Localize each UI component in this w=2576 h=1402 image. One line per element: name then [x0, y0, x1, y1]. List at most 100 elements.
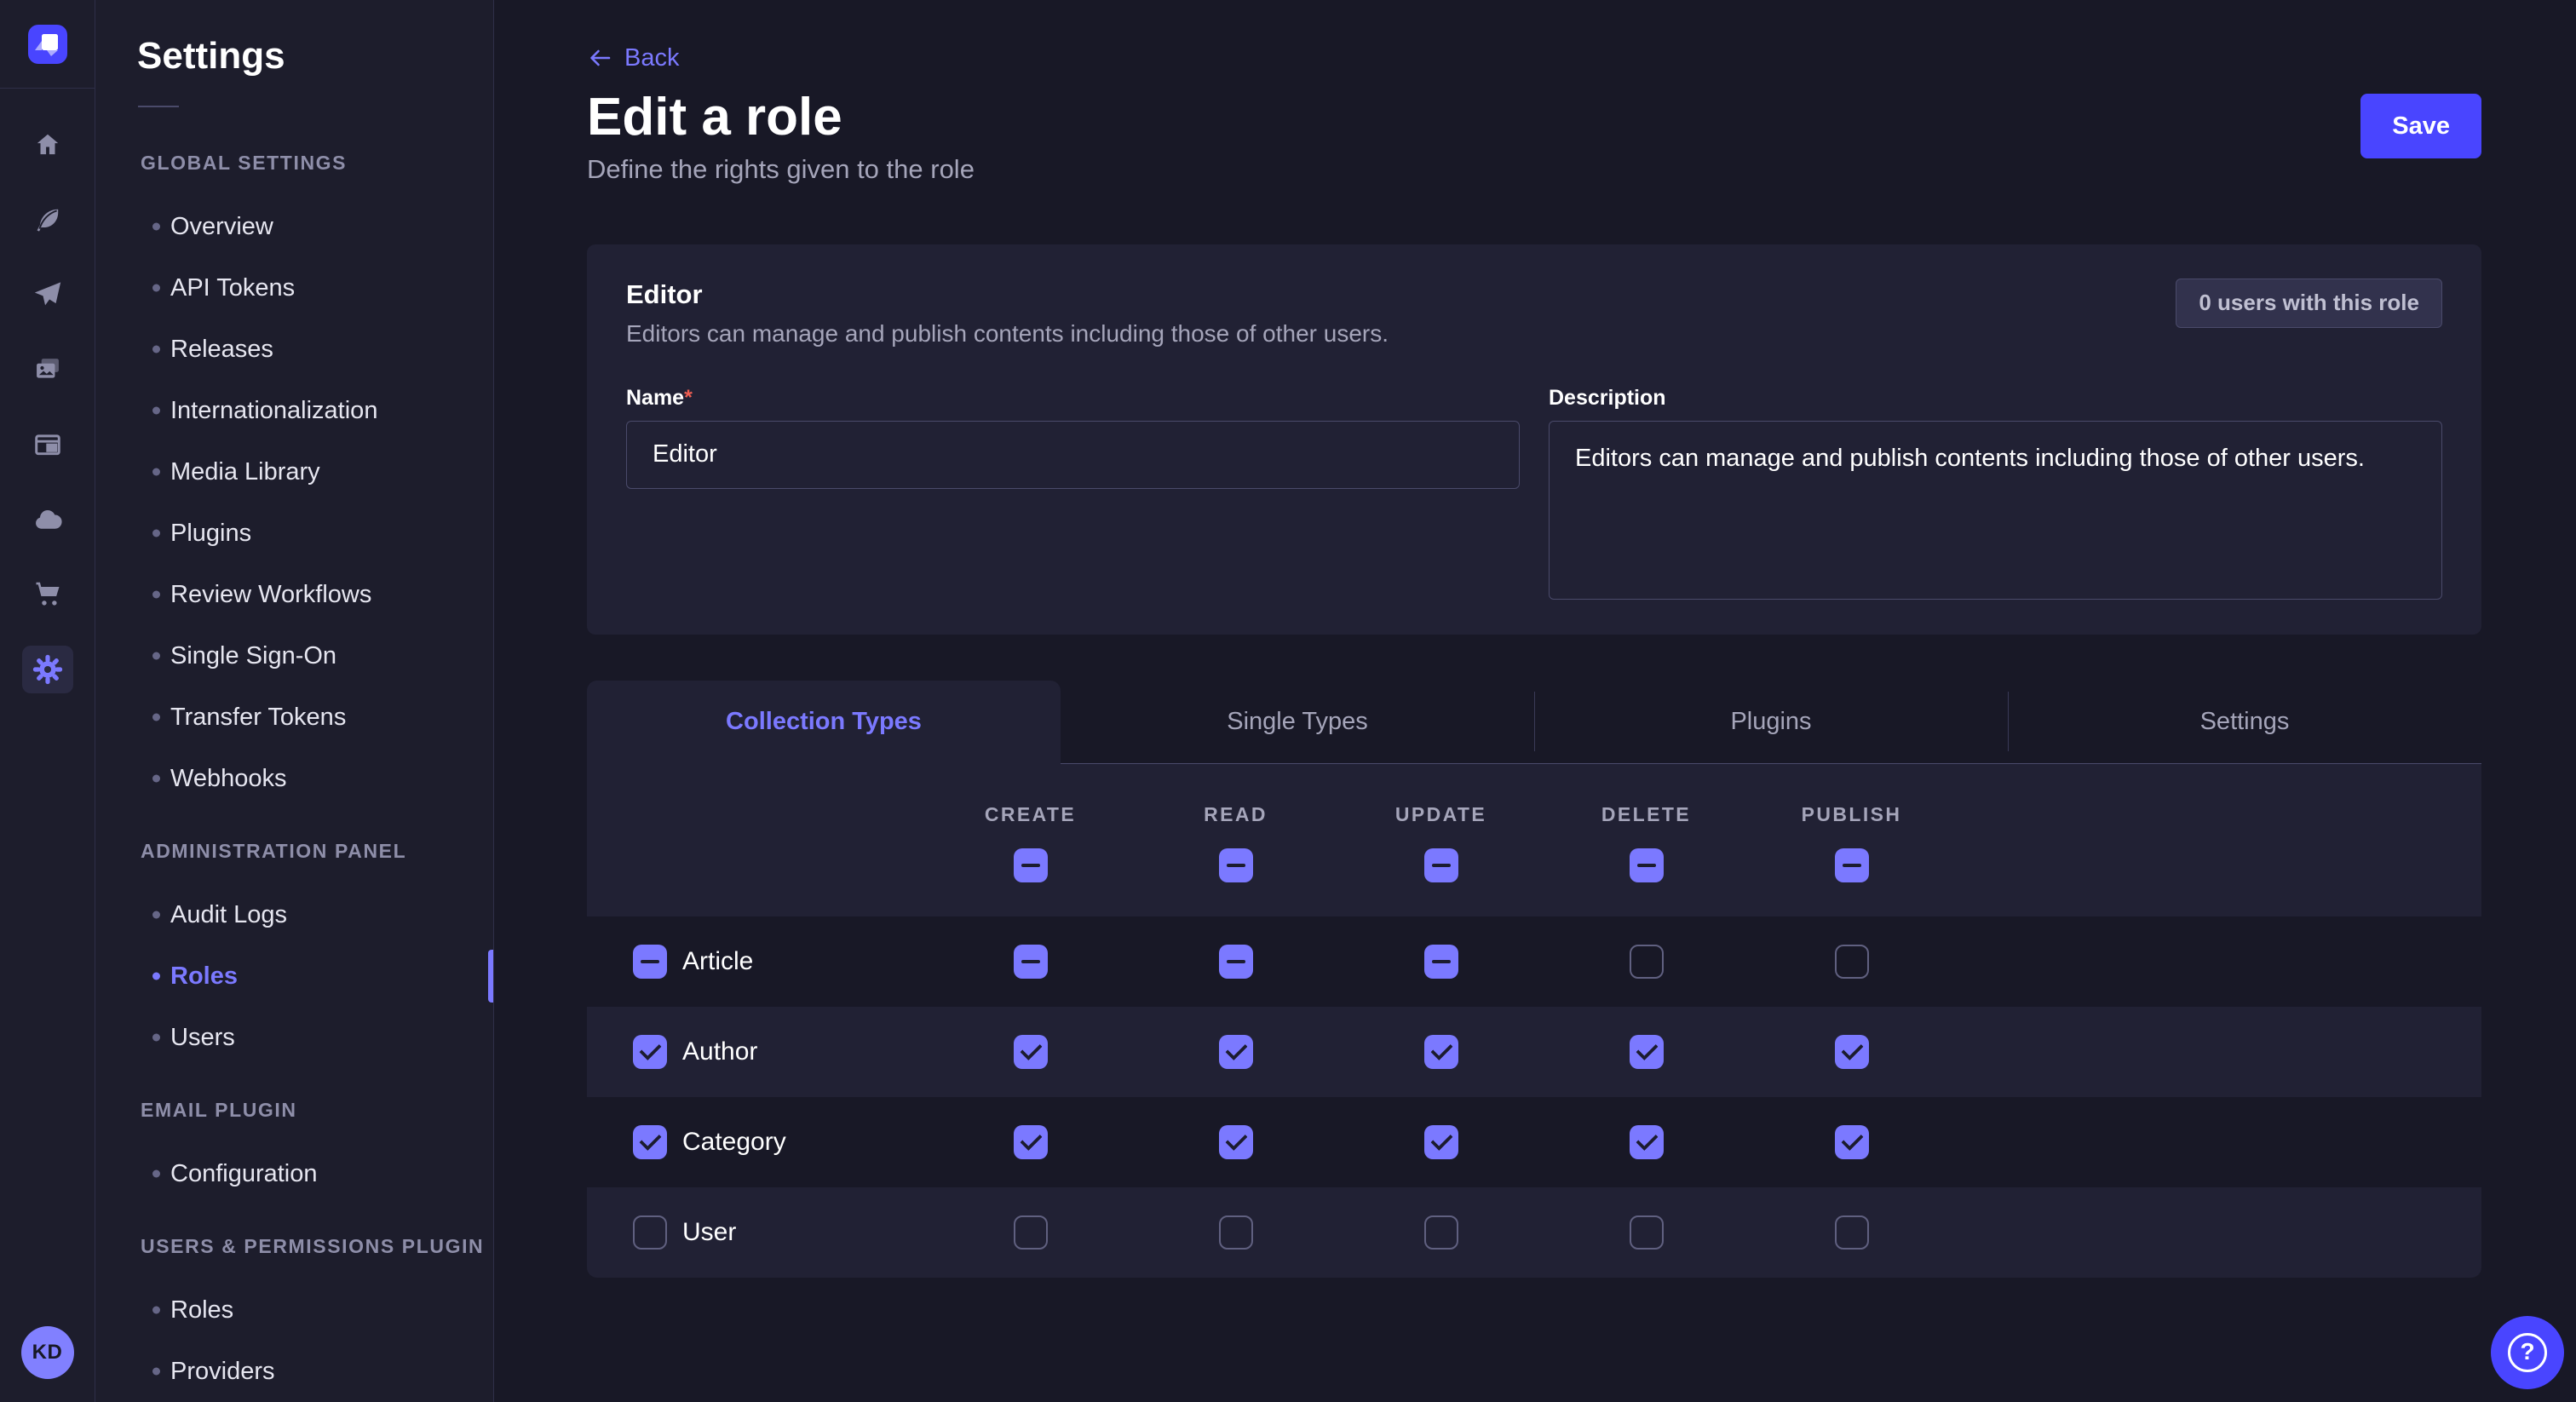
column-header-create: CREATE: [928, 803, 1133, 882]
cell-author-create: [928, 1035, 1133, 1069]
author-read-checkbox[interactable]: [1219, 1035, 1253, 1069]
page-subtitle: Define the rights given to the role: [587, 154, 2481, 185]
paper-plane-icon[interactable]: [22, 271, 73, 319]
subnav-item-roles[interactable]: Roles: [95, 1279, 493, 1341]
user-publish-checkbox[interactable]: [1835, 1215, 1869, 1250]
user-avatar[interactable]: KD: [21, 1326, 74, 1379]
cart-icon[interactable]: [22, 571, 73, 618]
subnav-item-webhooks[interactable]: Webhooks: [95, 748, 493, 809]
select-all-update-checkbox[interactable]: [1424, 848, 1458, 882]
home-icon[interactable]: [22, 121, 73, 169]
select-all-publish-checkbox[interactable]: [1835, 848, 1869, 882]
row-head-cell: User: [587, 1215, 928, 1250]
user-update-checkbox[interactable]: [1424, 1215, 1458, 1250]
save-button[interactable]: Save: [2360, 94, 2481, 158]
author-create-checkbox[interactable]: [1014, 1035, 1048, 1069]
category-create-checkbox[interactable]: [1014, 1125, 1048, 1159]
category-update-checkbox[interactable]: [1424, 1125, 1458, 1159]
subnav-item-transfer-tokens[interactable]: Transfer Tokens: [95, 687, 493, 748]
permission-row-author: Author: [587, 1007, 2481, 1097]
column-header-delete: DELETE: [1544, 803, 1749, 882]
author-delete-checkbox[interactable]: [1630, 1035, 1664, 1069]
media-library-icon[interactable]: [22, 346, 73, 394]
author-update-checkbox[interactable]: [1424, 1035, 1458, 1069]
cloud-icon[interactable]: [22, 496, 73, 543]
category-read-checkbox[interactable]: [1219, 1125, 1253, 1159]
subnav-section-label: GLOBAL SETTINGS: [95, 152, 493, 174]
subnav-item-providers[interactable]: Providers: [95, 1341, 493, 1402]
subnav-item-configuration[interactable]: Configuration: [95, 1143, 493, 1204]
users-count-badge[interactable]: 0 users with this role: [2176, 279, 2442, 328]
subnav-item-roles[interactable]: Roles: [95, 945, 493, 1007]
user-create-checkbox[interactable]: [1014, 1215, 1048, 1250]
cell-article-delete: [1544, 945, 1749, 979]
subnav-item-releases[interactable]: Releases: [95, 319, 493, 380]
strapi-logo[interactable]: [28, 25, 67, 64]
column-header-read: READ: [1133, 803, 1338, 882]
subnav-item-users[interactable]: Users: [95, 1007, 493, 1068]
select-all-delete-checkbox[interactable]: [1630, 848, 1664, 882]
subnav-item-internationalization[interactable]: Internationalization: [95, 380, 493, 441]
subnav-section-label: ADMINISTRATION PANEL: [95, 840, 493, 862]
category-publish-checkbox[interactable]: [1835, 1125, 1869, 1159]
tab-settings[interactable]: Settings: [2008, 681, 2481, 764]
author-publish-checkbox[interactable]: [1835, 1035, 1869, 1069]
subnav-item-plugins[interactable]: Plugins: [95, 503, 493, 564]
permissions-tabbar: Collection Types Single Types Plugins Se…: [587, 681, 2481, 764]
cell-author-delete: [1544, 1035, 1749, 1069]
article-publish-checkbox[interactable]: [1835, 945, 1869, 979]
article-read-checkbox[interactable]: [1219, 945, 1253, 979]
bullet-icon: [152, 223, 160, 231]
feather-icon[interactable]: [22, 196, 73, 244]
cell-user-delete: [1544, 1215, 1749, 1250]
category-delete-checkbox[interactable]: [1630, 1125, 1664, 1159]
column-label: READ: [1204, 803, 1268, 826]
row-head-cell: Author: [587, 1035, 928, 1069]
row-label: Article: [682, 947, 753, 976]
subnav-item-label: API Tokens: [170, 274, 295, 302]
rail-icons: [22, 89, 73, 721]
subnav-item-label: Review Workflows: [170, 581, 371, 609]
description-textarea[interactable]: Editors can manage and publish contents …: [1549, 421, 2442, 600]
subnav-item-api-tokens[interactable]: API Tokens: [95, 257, 493, 319]
row-article-checkbox[interactable]: [633, 945, 667, 979]
subnav-item-review-workflows[interactable]: Review Workflows: [95, 564, 493, 625]
tab-collection-types[interactable]: Collection Types: [587, 681, 1061, 764]
cell-category-publish: [1749, 1125, 1954, 1159]
subnav-section-list: Overview API Tokens ReleasesInternationali…: [95, 196, 493, 809]
name-field-group: Name*: [626, 386, 1520, 604]
column-label: DELETE: [1601, 803, 1691, 826]
subnav-item-label: Media Library: [170, 458, 320, 486]
permissions-rows: Article Author Category User: [587, 916, 2481, 1278]
gear-icon[interactable]: [22, 646, 73, 693]
subnav-item-overview[interactable]: Overview: [95, 196, 493, 257]
row-head-cell: Category: [587, 1125, 928, 1159]
cell-user-publish: [1749, 1215, 1954, 1250]
subnav-sections: GLOBAL SETTINGS Overview API Tokens Release…: [95, 152, 493, 1402]
article-delete-checkbox[interactable]: [1630, 945, 1664, 979]
article-create-checkbox[interactable]: [1014, 945, 1048, 979]
user-delete-checkbox[interactable]: [1630, 1215, 1664, 1250]
subnav-item-label: Single Sign-On: [170, 642, 336, 670]
back-link[interactable]: Back: [587, 44, 679, 72]
subnav-item-audit-logs[interactable]: Audit Logs: [95, 884, 493, 945]
settings-subnav: Settings GLOBAL SETTINGSOverviewAPI Toke…: [95, 0, 494, 1402]
help-button[interactable]: ?: [2491, 1316, 2564, 1389]
row-category-checkbox[interactable]: [633, 1125, 667, 1159]
layout-icon[interactable]: [22, 421, 73, 468]
cell-author-read: [1133, 1035, 1338, 1069]
tab-single-types[interactable]: Single Types: [1061, 681, 1534, 764]
bullet-icon: [152, 1034, 160, 1042]
row-author-checkbox[interactable]: [633, 1035, 667, 1069]
select-all-create-checkbox[interactable]: [1014, 848, 1048, 882]
row-user-checkbox[interactable]: [633, 1215, 667, 1250]
tab-plugins[interactable]: Plugins: [1534, 681, 2008, 764]
user-read-checkbox[interactable]: [1219, 1215, 1253, 1250]
subnav-item-single-sign-on[interactable]: Single Sign-On: [95, 625, 493, 687]
article-update-checkbox[interactable]: [1424, 945, 1458, 979]
subnav-item-media-library[interactable]: Media Library: [95, 441, 493, 503]
subnav-item-label: Providers: [170, 1358, 275, 1386]
subnav-section-global-settings: GLOBAL SETTINGS Overview API Tokens Release…: [95, 152, 493, 809]
name-input[interactable]: [626, 421, 1520, 489]
select-all-read-checkbox[interactable]: [1219, 848, 1253, 882]
